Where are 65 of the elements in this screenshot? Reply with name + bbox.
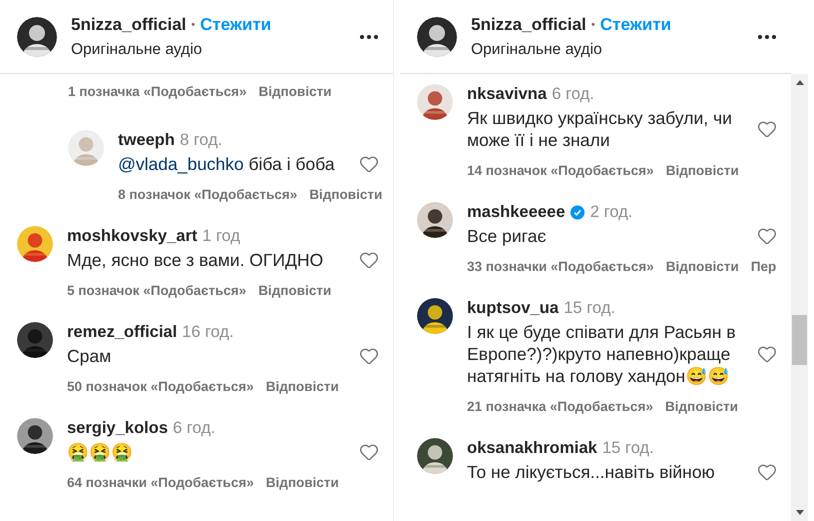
like-heart-icon[interactable]	[359, 346, 379, 366]
likes-count[interactable]: 21 позначка «Подобається»	[467, 396, 654, 417]
more-icon[interactable]	[359, 34, 379, 40]
comment-text: Мде, ясно все з вами. ОГИДНО	[67, 250, 324, 270]
separator: •	[191, 18, 196, 33]
like-heart-icon[interactable]	[757, 462, 777, 482]
scroll-down-arrow-icon[interactable]	[796, 510, 804, 515]
comment-text: Срам	[67, 346, 112, 366]
comment-text: 🤮🤮🤮	[67, 442, 133, 462]
reply-button[interactable]: Відповісти	[666, 256, 739, 277]
reply-button[interactable]: Відповісти	[666, 160, 739, 181]
separator: •	[591, 18, 596, 33]
scroll-up-arrow-icon[interactable]	[796, 80, 804, 85]
comment-time: 6 год.	[552, 84, 594, 105]
username[interactable]: sergiy_kolos	[67, 416, 168, 441]
like-heart-icon[interactable]	[359, 250, 379, 270]
follow-button[interactable]: Стежити	[600, 12, 672, 38]
username[interactable]: tweeph	[118, 128, 175, 153]
comment-time: 1 год	[202, 226, 240, 248]
likes-count[interactable]: 1 позначка «Подобається»	[68, 82, 247, 102]
more-icon[interactable]	[757, 34, 777, 40]
comment-time: 15 год.	[602, 438, 654, 459]
likes-count[interactable]: 33 позначки «Подобається»	[467, 256, 654, 277]
comment-time: 16 год.	[182, 322, 234, 344]
audio-label: Оригінальне аудіо	[471, 40, 604, 60]
comment-text: То не лікується...навіть війною	[467, 462, 715, 482]
comment-text: Як швидко українську забули, чи може її і не знали	[467, 108, 732, 150]
reply-button[interactable]: Пер	[750, 256, 776, 277]
verified-badge-icon	[570, 204, 586, 220]
username[interactable]: moshkovsky_art	[67, 224, 198, 249]
like-heart-icon[interactable]	[359, 442, 379, 462]
scroll-thumb[interactable]	[792, 315, 807, 365]
comment-text: І як це буде співати для Расьян в Европе?)?)круто напевно)краще натягніть на голову хандон😅😅	[467, 322, 736, 386]
username[interactable]: oksanakhromiak	[467, 436, 598, 461]
likes-count[interactable]: 14 позначок «Подобається»	[467, 160, 654, 181]
likes-count[interactable]: 5 позначок «Подобається»	[67, 281, 246, 302]
username[interactable]: kuptsov_ua	[467, 296, 559, 321]
reply-button[interactable]: Відповісти	[266, 377, 339, 398]
comment-time: 15 год.	[564, 298, 616, 319]
username[interactable]: remez_official	[67, 320, 178, 345]
likes-count[interactable]: 64 позначки «Подобається»	[67, 473, 254, 494]
account-name[interactable]: 5nizza_official	[71, 12, 186, 38]
reply-button[interactable]: Відповісти	[309, 185, 382, 206]
reply-button[interactable]: Відповісти	[665, 396, 738, 417]
reply-button[interactable]: Відповісти	[258, 82, 332, 102]
likes-count[interactable]: 50 позначок «Подобається»	[67, 377, 254, 398]
username[interactable]: nksavivna	[467, 82, 547, 107]
follow-button[interactable]: Стежити	[200, 12, 272, 38]
likes-count[interactable]: 8 позначок «Подобається»	[118, 185, 298, 206]
like-heart-icon[interactable]	[757, 226, 777, 246]
scrollbar[interactable]	[791, 74, 808, 521]
like-heart-icon[interactable]	[757, 118, 777, 139]
audio-label: Оригінальне аудіо	[71, 40, 204, 60]
comment-time: 8 год.	[180, 130, 222, 152]
reply-button[interactable]: Відповісти	[266, 473, 339, 494]
reply-button[interactable]: Відповісти	[258, 281, 332, 302]
mention-link[interactable]: @vlada_buchko	[118, 154, 244, 174]
comment-time: 2 год.	[590, 202, 633, 223]
like-heart-icon[interactable]	[757, 344, 777, 364]
comment-time: 6 год.	[172, 418, 216, 440]
username[interactable]: mashkeeeee	[467, 200, 566, 225]
comment-text: @vlada_buchko біба і боба	[118, 154, 335, 174]
comment-text: Все ригає	[467, 226, 546, 246]
like-heart-icon[interactable]	[359, 154, 379, 174]
account-name[interactable]: 5nizza_official	[471, 12, 586, 38]
